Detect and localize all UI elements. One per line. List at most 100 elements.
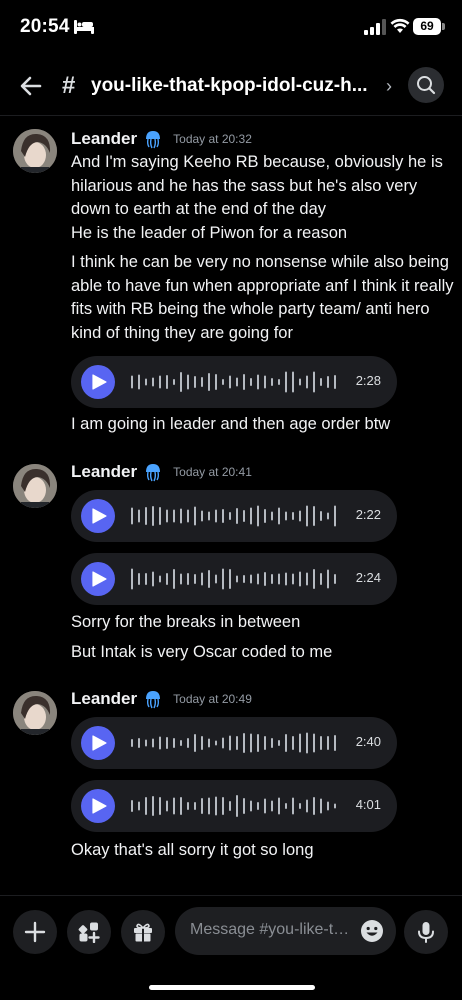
- avatar[interactable]: [13, 129, 57, 173]
- waveform-bar: [292, 736, 294, 750]
- waveform-bar: [152, 377, 154, 387]
- voice-message[interactable]: 2:28: [71, 356, 397, 408]
- waveform-bar: [285, 734, 287, 752]
- waveform-bar: [166, 737, 168, 749]
- waveform-bar: [187, 509, 189, 523]
- waveform-bar: [299, 378, 301, 386]
- waveform-bar: [131, 375, 133, 389]
- waveform-bar: [250, 574, 252, 584]
- waveform-bar: [313, 797, 315, 815]
- message-input-placeholder: Message #you-like-that-kpop-idol-cuz-h: [190, 921, 355, 938]
- waveform-bar: [208, 570, 210, 588]
- waveform-bar: [313, 371, 315, 393]
- message-input[interactable]: Message #you-like-that-kpop-idol-cuz-h: [175, 907, 396, 955]
- waveform-bar: [292, 512, 294, 520]
- waveform-bar: [264, 798, 266, 814]
- plus-icon: [24, 921, 46, 943]
- waveform-bar: [173, 509, 175, 523]
- channel-name[interactable]: you-like-that-kpop-idol-cuz-h...: [91, 75, 381, 97]
- waveform-bar: [194, 506, 196, 526]
- apps-icon: [78, 922, 100, 943]
- waveform-bar: [229, 735, 231, 751]
- play-button[interactable]: [81, 562, 115, 596]
- avatar[interactable]: [13, 464, 57, 508]
- waveform-bar: [250, 800, 252, 812]
- voice-duration: 2:40: [355, 734, 381, 749]
- jellyfish-icon: [146, 464, 161, 482]
- voice-message[interactable]: 4:01: [71, 780, 397, 832]
- waveform-bar: [201, 736, 203, 750]
- waveform-bar: [285, 572, 287, 586]
- waveform-bar: [215, 574, 217, 584]
- waveform[interactable]: [129, 717, 349, 769]
- waveform-bar: [327, 376, 329, 388]
- waveform-bar: [166, 509, 168, 523]
- waveform-bar: [180, 740, 182, 746]
- waveform-bar: [159, 575, 161, 583]
- waveform-bar: [236, 575, 238, 583]
- voice-message[interactable]: 2:40: [71, 717, 397, 769]
- gift-button[interactable]: [121, 910, 165, 954]
- waveform-bar: [201, 377, 203, 387]
- waveform-bar: [320, 573, 322, 585]
- waveform-bar: [285, 371, 287, 393]
- jellyfish-icon: [146, 691, 161, 709]
- waveform-bar: [201, 510, 203, 522]
- voice-message[interactable]: 2:22: [71, 490, 397, 542]
- avatar[interactable]: [13, 691, 57, 735]
- chevron-right-icon[interactable]: ›: [386, 76, 392, 97]
- waveform-bar: [187, 802, 189, 810]
- author-name[interactable]: Leander: [71, 462, 137, 481]
- voice-duration: 2:22: [355, 507, 381, 522]
- waveform-bar: [229, 801, 231, 811]
- voice-duration: 4:01: [355, 797, 381, 812]
- play-button[interactable]: [81, 365, 115, 399]
- waveform-bar: [159, 375, 161, 389]
- waveform[interactable]: [129, 780, 349, 832]
- apps-button[interactable]: [67, 910, 111, 954]
- voice-record-button[interactable]: [404, 910, 448, 954]
- signal-icon: [364, 19, 386, 35]
- waveform[interactable]: [129, 356, 349, 408]
- play-button[interactable]: [81, 726, 115, 760]
- voice-duration: 2:28: [355, 373, 381, 388]
- waveform-bar: [180, 372, 182, 392]
- waveform-bar: [250, 507, 252, 525]
- waveform[interactable]: [129, 490, 349, 542]
- waveform-bar: [145, 378, 147, 386]
- author-line: Leander Today at 20:32: [71, 129, 252, 153]
- waveform-bar: [278, 573, 280, 585]
- waveform-bar: [264, 509, 266, 523]
- play-button[interactable]: [81, 789, 115, 823]
- author-name[interactable]: Leander: [71, 689, 137, 708]
- sleep-mode-icon: [74, 20, 94, 34]
- microphone-icon: [418, 922, 434, 943]
- waveform-bar: [257, 505, 259, 527]
- play-icon: [92, 571, 107, 587]
- waveform-bar: [327, 801, 329, 811]
- message-text: I think he can be very no nonsense while…: [71, 253, 454, 342]
- waveform-bar: [152, 796, 154, 816]
- waveform-bar: [327, 569, 329, 589]
- timestamp: Today at 20:41: [173, 465, 252, 479]
- back-arrow-icon[interactable]: [18, 73, 44, 99]
- emoji-icon[interactable]: [360, 919, 384, 943]
- waveform-bar: [292, 797, 294, 815]
- waveform-bar: [166, 573, 168, 585]
- waveform-bar: [222, 379, 224, 385]
- add-attachment-button[interactable]: [13, 910, 57, 954]
- search-button[interactable]: [408, 67, 444, 103]
- waveform-bar: [271, 574, 273, 584]
- waveform[interactable]: [129, 553, 349, 605]
- waveform-bar: [201, 572, 203, 586]
- waveform-bar: [194, 574, 196, 584]
- voice-message[interactable]: 2:24: [71, 553, 397, 605]
- waveform-bar: [236, 795, 238, 817]
- author-name[interactable]: Leander: [71, 129, 137, 148]
- waveform-bar: [306, 572, 308, 586]
- waveform-bar: [271, 800, 273, 812]
- play-button[interactable]: [81, 499, 115, 533]
- status-bar: 20:54 69: [0, 0, 462, 56]
- waveform-bar: [299, 733, 301, 753]
- waveform-bar: [292, 573, 294, 585]
